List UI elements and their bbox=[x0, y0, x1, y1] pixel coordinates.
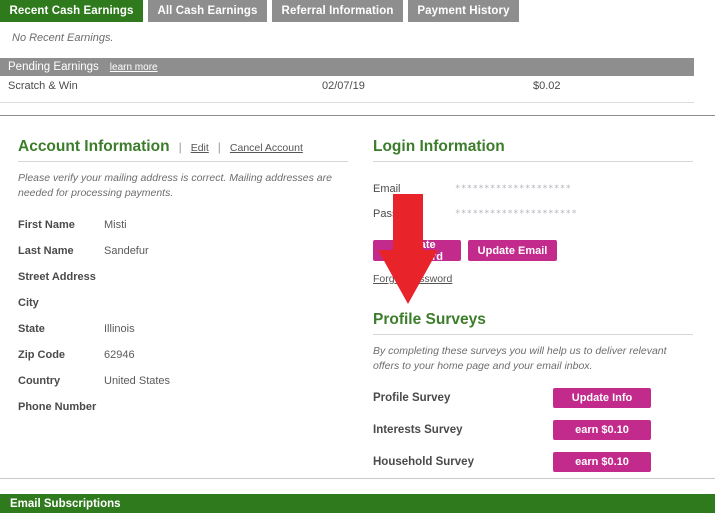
surveys-list: Profile Survey Update Info Interests Sur… bbox=[373, 382, 693, 478]
email-label: Email bbox=[373, 182, 401, 195]
list-item: Password ********************* bbox=[373, 201, 693, 226]
profile-surveys-title: Profile Surveys bbox=[373, 311, 486, 328]
profile-survey-button[interactable]: Update Info bbox=[553, 388, 651, 409]
email-masked-value: ******************** bbox=[455, 183, 572, 194]
field-label: First Name bbox=[18, 219, 75, 232]
edit-account-link[interactable]: Edit bbox=[191, 142, 209, 154]
field-value: Illinois bbox=[104, 323, 135, 336]
list-item: State Illinois bbox=[18, 316, 348, 342]
main-tab-bar: Recent Cash Earnings All Cash Earnings R… bbox=[0, 0, 723, 22]
surveys-note: By completing these surveys you will hel… bbox=[373, 345, 667, 373]
list-item: Interests Survey earn $0.10 bbox=[373, 414, 693, 446]
list-item: Last Name Sandefur bbox=[18, 238, 348, 264]
email-subscriptions-label: Email Subscriptions bbox=[10, 497, 121, 510]
survey-label: Interests Survey bbox=[373, 424, 463, 437]
list-item: Profile Survey Update Info bbox=[373, 382, 693, 414]
update-password-button[interactable]: Update Password bbox=[373, 239, 461, 263]
password-label: Password bbox=[373, 207, 422, 220]
login-header-rule bbox=[373, 161, 693, 162]
tab-recent-cash-earnings[interactable]: Recent Cash Earnings bbox=[0, 0, 143, 22]
login-action-buttons: Update Password Update Email bbox=[373, 239, 693, 263]
surveys-header-rule bbox=[373, 334, 693, 335]
pending-earnings-header: Pending Earnings learn more bbox=[0, 58, 694, 76]
pending-table-divider bbox=[0, 102, 694, 103]
field-label: Last Name bbox=[18, 245, 74, 258]
list-item: City bbox=[18, 290, 348, 316]
section-divider bbox=[0, 115, 715, 116]
field-value: United States bbox=[104, 375, 171, 388]
household-survey-button[interactable]: earn $0.10 bbox=[553, 452, 651, 473]
login-information-header: Login Information bbox=[373, 138, 693, 156]
page-title: Account Information bbox=[18, 138, 170, 155]
field-label: State bbox=[18, 323, 45, 336]
field-value: Misti bbox=[104, 219, 127, 232]
field-value: 62946 bbox=[104, 349, 135, 362]
learn-more-link[interactable]: learn more bbox=[110, 62, 158, 73]
list-item: Zip Code 62946 bbox=[18, 342, 348, 368]
tab-label: Recent Cash Earnings bbox=[9, 5, 134, 17]
pending-row-amount: $0.02 bbox=[533, 80, 561, 92]
list-item: Street Address bbox=[18, 264, 348, 290]
field-label: City bbox=[18, 297, 39, 310]
tab-all-cash-earnings[interactable]: All Cash Earnings bbox=[148, 0, 267, 22]
tab-referral-information[interactable]: Referral Information bbox=[272, 0, 403, 22]
tab-label: Referral Information bbox=[281, 5, 394, 17]
login-fields-list: Email ******************** Password ****… bbox=[373, 176, 693, 226]
pending-earnings-title: Pending Earnings bbox=[8, 61, 99, 73]
table-row: Scratch & Win 02/07/19 $0.02 bbox=[0, 80, 694, 102]
update-email-button[interactable]: Update Email bbox=[468, 240, 557, 261]
profile-surveys-header: Profile Surveys bbox=[373, 311, 693, 329]
pending-row-date: 02/07/19 bbox=[322, 80, 365, 92]
list-item: Country United States bbox=[18, 368, 348, 394]
account-fields-list: First Name Misti Last Name Sandefur Stre… bbox=[18, 212, 348, 420]
no-recent-earnings-message: No Recent Earnings. bbox=[12, 32, 114, 44]
header-separator: | bbox=[217, 140, 221, 154]
account-information-header: Account Information | Edit | Cancel Acco… bbox=[18, 138, 348, 156]
survey-label: Profile Survey bbox=[373, 392, 451, 405]
field-value: Sandefur bbox=[104, 245, 149, 258]
email-subscriptions-header[interactable]: Email Subscriptions bbox=[0, 494, 715, 513]
survey-label: Household Survey bbox=[373, 456, 474, 469]
interests-survey-button[interactable]: earn $0.10 bbox=[553, 420, 651, 441]
field-label: Zip Code bbox=[18, 349, 66, 362]
tab-label: All Cash Earnings bbox=[157, 5, 258, 17]
field-label: Country bbox=[18, 375, 61, 388]
list-item: First Name Misti bbox=[18, 212, 348, 238]
list-item: Household Survey earn $0.10 bbox=[373, 446, 693, 478]
list-item: Email ******************** bbox=[373, 176, 693, 201]
account-header-rule bbox=[18, 161, 348, 162]
field-label: Street Address bbox=[18, 271, 96, 284]
tab-label: Payment History bbox=[417, 5, 510, 17]
tab-payment-history[interactable]: Payment History bbox=[408, 0, 519, 22]
list-item: Phone Number bbox=[18, 394, 348, 420]
mailing-address-note: Please verify your mailing address is co… bbox=[18, 172, 332, 200]
footer-divider bbox=[0, 478, 715, 479]
forgot-password-link[interactable]: Forgot Password bbox=[373, 273, 452, 285]
profile-surveys-panel: Profile Surveys By completing these surv… bbox=[373, 311, 693, 478]
password-masked-value: ********************* bbox=[455, 208, 578, 219]
pending-row-name: Scratch & Win bbox=[8, 80, 78, 92]
login-information-title: Login Information bbox=[373, 138, 505, 155]
login-and-surveys-panel: Login Information Email ****************… bbox=[373, 138, 693, 478]
account-information-panel: Account Information | Edit | Cancel Acco… bbox=[18, 138, 348, 420]
field-label: Phone Number bbox=[18, 401, 97, 414]
cancel-account-link[interactable]: Cancel Account bbox=[230, 142, 303, 154]
header-separator: | bbox=[178, 140, 182, 154]
